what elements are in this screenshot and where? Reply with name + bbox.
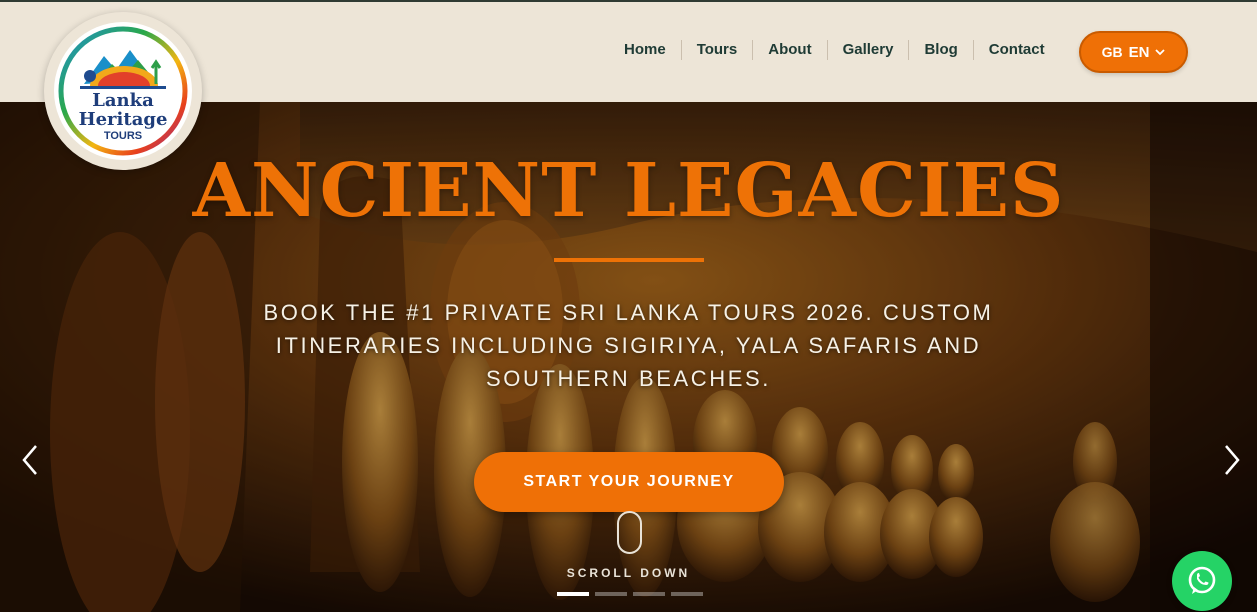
slide-dot-3[interactable] — [633, 592, 665, 596]
main-nav: Home Tours About Gallery Blog Contact — [609, 40, 1060, 60]
nav-tours[interactable]: Tours — [680, 40, 753, 60]
slider-pagination — [557, 592, 703, 596]
nav-about[interactable]: About — [752, 40, 826, 60]
nav-blog[interactable]: Blog — [908, 40, 972, 60]
logo-emblem: Lanka Heritage TOURS — [58, 26, 188, 156]
nav-contact[interactable]: Contact — [972, 40, 1060, 60]
slide-dot-2[interactable] — [595, 592, 627, 596]
start-journey-button[interactable]: START YOUR JOURNEY — [474, 452, 784, 512]
logo-text-lanka: Lanka — [92, 90, 154, 111]
hero-title: ANCIENT LEGACIES — [192, 148, 1065, 234]
logo-text-tours: TOURS — [104, 130, 142, 142]
nav-gallery[interactable]: Gallery — [826, 40, 909, 60]
mouse-icon[interactable] — [617, 511, 642, 554]
logo-badge: Lanka Heritage TOURS — [54, 22, 192, 160]
whatsapp-button[interactable] — [1172, 551, 1232, 611]
scroll-down-label[interactable]: SCROLL DOWN — [0, 566, 1257, 580]
title-divider — [554, 258, 704, 262]
chevron-left-icon[interactable] — [16, 442, 46, 478]
slide-dot-1[interactable] — [557, 592, 589, 596]
flag-icon: GB — [1101, 44, 1123, 60]
logo-text-heritage: Heritage — [79, 109, 168, 130]
hero-subtitle: BOOK THE #1 PRIVATE SRI LANKA TOURS 2026… — [263, 300, 994, 391]
top-border — [0, 0, 1257, 2]
chevron-down-icon — [1155, 49, 1166, 56]
whatsapp-icon — [1188, 566, 1216, 594]
nav-home[interactable]: Home — [609, 40, 681, 60]
language-selector[interactable]: GB EN — [1079, 31, 1188, 73]
language-code: EN — [1128, 43, 1150, 61]
slide-dot-4[interactable] — [671, 592, 703, 596]
chevron-right-icon[interactable] — [1216, 442, 1246, 478]
site-logo[interactable]: Lanka Heritage TOURS — [44, 12, 202, 170]
